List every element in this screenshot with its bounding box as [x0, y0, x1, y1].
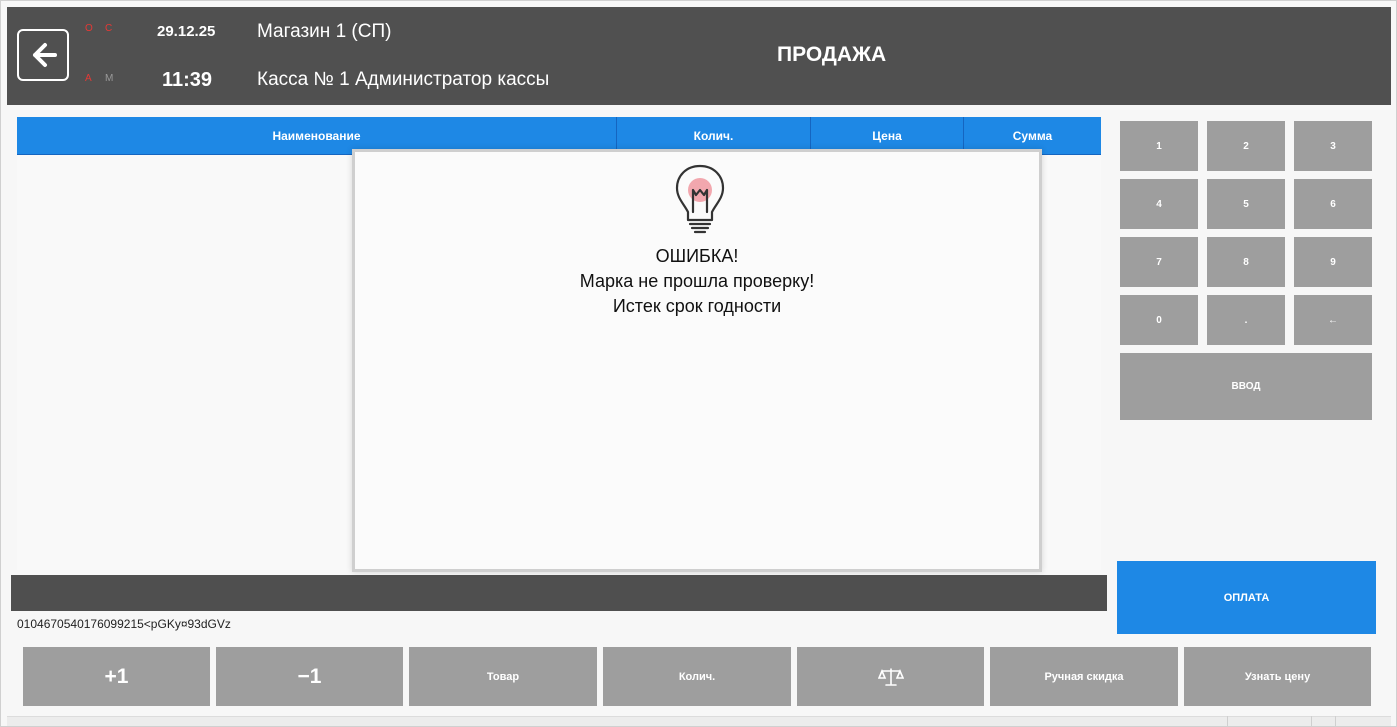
key-4[interactable]: 4	[1120, 179, 1198, 229]
status-divider	[1335, 716, 1336, 726]
indicator-s: С	[105, 23, 113, 34]
key-0[interactable]: 0	[1120, 295, 1198, 345]
manual-discount-button[interactable]: Ручная скидка	[990, 647, 1178, 706]
header-date: 29.12.25	[157, 23, 216, 40]
plus-one-button[interactable]: +1	[23, 647, 210, 706]
scales-icon	[877, 667, 904, 686]
minus-one-button[interactable]: −1	[216, 647, 403, 706]
back-button[interactable]	[17, 29, 69, 81]
error-message: Марка не прошла проверку!	[579, 271, 815, 291]
key-1[interactable]: 1	[1120, 121, 1198, 171]
enter-button[interactable]: ВВОД	[1120, 353, 1372, 420]
store-name: Магазин 1 (СП)	[257, 21, 392, 42]
quantity-button[interactable]: Колич.	[603, 647, 791, 706]
product-button[interactable]: Товар	[409, 647, 597, 706]
page-title: ПРОДАЖА	[777, 43, 887, 66]
check-price-button[interactable]: Узнать цену	[1184, 647, 1371, 706]
indicator-m: М	[105, 73, 114, 84]
key-9[interactable]: 9	[1294, 237, 1372, 287]
status-strip	[7, 716, 1391, 726]
pos-app: О С А М 29.12.25 11:39 Магазин 1 (СП) Ка…	[0, 0, 1397, 727]
key-dot[interactable]: .	[1207, 295, 1285, 345]
status-divider	[1227, 716, 1228, 726]
key-3[interactable]: 3	[1294, 121, 1372, 171]
indicator-o: О	[85, 23, 93, 34]
key-6[interactable]: 6	[1294, 179, 1372, 229]
key-backspace[interactable]: ←	[1294, 295, 1372, 345]
payment-button[interactable]: ОПЛАТА	[1117, 561, 1376, 634]
indicator-a: А	[85, 73, 92, 84]
barcode-input[interactable]: 0104670540176099215<pGKy¤93dGVz	[17, 617, 231, 631]
arrow-left-icon	[33, 43, 57, 67]
error-detail: Истек срок годности	[612, 296, 782, 316]
key-8[interactable]: 8	[1207, 237, 1285, 287]
error-heading: ОШИБКА!	[655, 246, 739, 266]
scales-button[interactable]	[797, 647, 984, 706]
status-divider	[1311, 716, 1312, 726]
key-7[interactable]: 7	[1120, 237, 1198, 287]
total-bar	[11, 575, 1107, 611]
top-header: О С А М 29.12.25 11:39 Магазин 1 (СП) Ка…	[7, 7, 1391, 105]
lightbulb-icon	[675, 164, 725, 234]
header-time: 11:39	[162, 69, 213, 91]
key-5[interactable]: 5	[1207, 179, 1285, 229]
register-name: Касса № 1 Администратор кассы	[257, 69, 550, 90]
key-2[interactable]: 2	[1207, 121, 1285, 171]
error-dialog[interactable]: ОШИБКА! Марка не прошла проверку! Истек …	[352, 149, 1042, 572]
